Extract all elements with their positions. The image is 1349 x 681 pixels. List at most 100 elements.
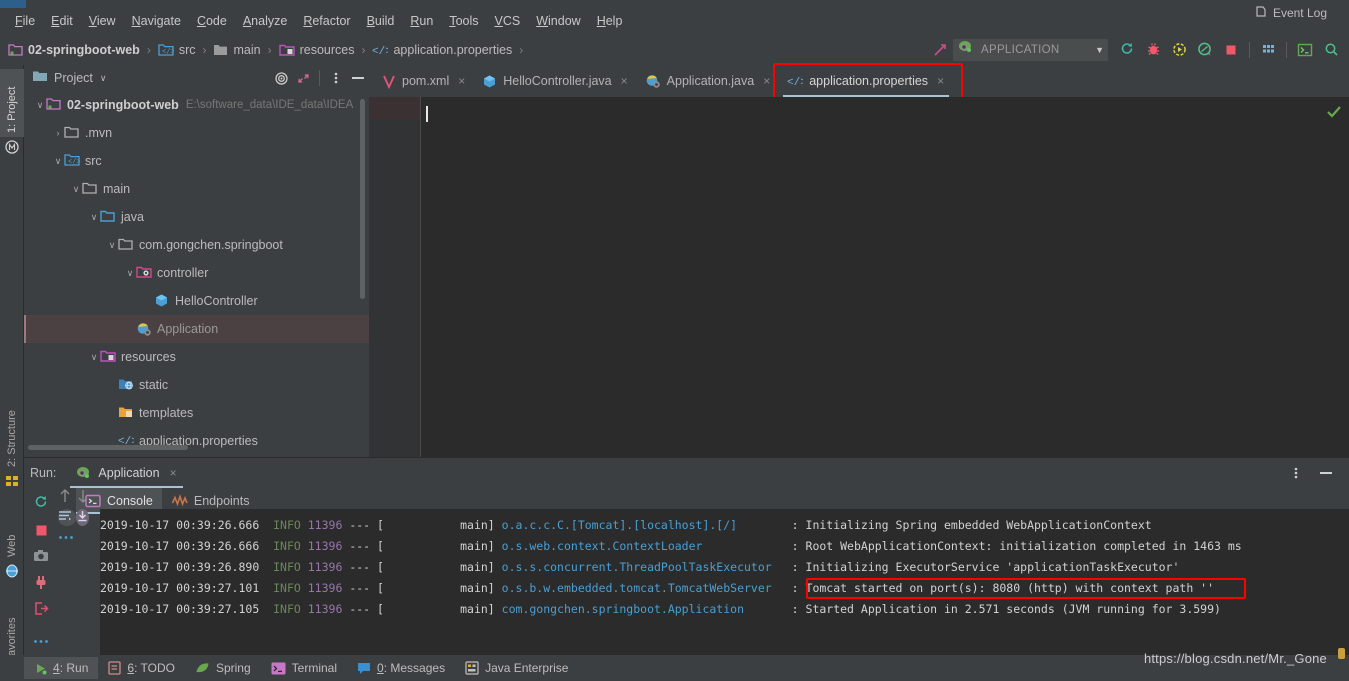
- exit-icon[interactable]: [31, 598, 51, 618]
- project-horizontal-scrollbar[interactable]: [28, 445, 188, 450]
- tree-node[interactable]: ›static: [24, 371, 369, 399]
- menu-item-file[interactable]: File: [7, 11, 43, 31]
- chevron-down-icon[interactable]: ∨: [100, 73, 107, 84]
- status-bar-item-spring[interactable]: Spring: [185, 657, 261, 679]
- menu-item-window[interactable]: Window: [528, 11, 588, 31]
- tree-node[interactable]: ∨ main: [24, 175, 369, 203]
- chevron-down-icon[interactable]: ∨: [106, 240, 118, 251]
- horizontal-dots-icon[interactable]: [31, 631, 51, 651]
- minimize-icon[interactable]: [1315, 462, 1337, 484]
- status-bar-label: 0: Messages: [377, 661, 446, 675]
- breadcrumb-item-4[interactable]: </> application.properties: [372, 43, 512, 57]
- breadcrumb-item-1[interactable]: </> src: [158, 43, 195, 57]
- menu-item-navigate[interactable]: Navigate: [124, 11, 189, 31]
- chevron-down-icon[interactable]: ∨: [88, 212, 100, 223]
- sync-arrow-icon[interactable]: [929, 39, 951, 61]
- breadcrumb: 02-springboot-web › </> src › main › resources ›…: [8, 43, 530, 57]
- menu-item-analyze[interactable]: Analyze: [235, 11, 295, 31]
- stop-square-icon[interactable]: [1220, 39, 1242, 61]
- tree-node[interactable]: ∨ java: [24, 203, 369, 231]
- editor-area[interactable]: [369, 97, 1349, 457]
- editor-tab-applicationproperties[interactable]: </> application.properties ×: [779, 65, 953, 97]
- breadcrumb-item-2[interactable]: main: [213, 43, 261, 57]
- tree-node[interactable]: ›Application: [24, 315, 369, 343]
- breadcrumb-item-0[interactable]: 02-springboot-web: [8, 43, 140, 57]
- stop-square-icon[interactable]: [31, 520, 51, 540]
- search-icon[interactable]: [1320, 39, 1342, 61]
- project-vertical-scrollbar[interactable]: [360, 99, 365, 299]
- breadcrumb-item-3[interactable]: resources: [278, 43, 354, 57]
- status-bar-item-terminal[interactable]: Terminal: [261, 657, 347, 679]
- close-icon[interactable]: ×: [170, 466, 177, 480]
- menu-item-code[interactable]: Code: [189, 11, 235, 31]
- menu-item-build[interactable]: Build: [359, 11, 403, 31]
- tool-strip-tab-project[interactable]: 1: Project: [0, 69, 24, 137]
- project-tree[interactable]: ∨ 02-springboot-web E:\software_data\IDE_d…: [24, 91, 369, 457]
- status-bar-item-javaenterprise[interactable]: Java Enterprise: [455, 657, 578, 679]
- tool-strip-tab-structure[interactable]: 2: Structure: [0, 385, 24, 471]
- horizontal-dots-icon-2[interactable]: [58, 527, 74, 544]
- tree-node[interactable]: ∨ controller: [24, 259, 369, 287]
- tree-node[interactable]: ∨ 02-springboot-web E:\software_data\IDE_d…: [24, 91, 369, 119]
- rerun-icon[interactable]: [1116, 39, 1138, 61]
- chevron-right-icon[interactable]: ›: [52, 128, 64, 138]
- menu-item-view[interactable]: View: [81, 11, 124, 31]
- soft-wrap-icon[interactable]: [58, 509, 77, 526]
- editor-tab-hellocontrollerjava[interactable]: HelloController.java ×: [474, 65, 636, 97]
- editor-tab-pomxml[interactable]: pom.xml ×: [374, 65, 474, 97]
- editor-tab-applicationjava[interactable]: Application.java ×: [637, 65, 780, 97]
- chevron-down-icon[interactable]: ∨: [124, 268, 136, 279]
- chevron-down-icon[interactable]: ∨: [70, 184, 82, 195]
- vertical-dots-icon[interactable]: [1285, 462, 1307, 484]
- run-tab-application[interactable]: Application ×: [70, 458, 183, 488]
- arrow-down-icon[interactable]: [76, 490, 90, 508]
- debug-bug-icon[interactable]: [1142, 39, 1164, 61]
- chevron-down-icon[interactable]: ∨: [52, 156, 64, 167]
- menu-item-edit[interactable]: Edit: [43, 11, 81, 31]
- close-icon[interactable]: ×: [621, 74, 628, 88]
- log-thread: [ main]: [377, 602, 495, 616]
- menu-item-refactor[interactable]: Refactor: [295, 11, 358, 31]
- chevron-down-icon[interactable]: ∨: [88, 352, 100, 363]
- chevron-down-icon[interactable]: ▼: [1083, 45, 1104, 55]
- tree-node[interactable]: ∨ resources: [24, 343, 369, 371]
- menu-item-help[interactable]: Help: [589, 11, 631, 31]
- event-log-button[interactable]: Event Log: [1254, 0, 1327, 26]
- close-icon[interactable]: ×: [763, 74, 770, 88]
- minimize-icon[interactable]: [347, 67, 369, 89]
- tree-node[interactable]: ›templates: [24, 399, 369, 427]
- profiler-icon[interactable]: [1194, 39, 1216, 61]
- status-bar-item-run[interactable]: 4: Run: [24, 657, 99, 679]
- menu-item-vcs[interactable]: VCS: [487, 11, 529, 31]
- camera-icon[interactable]: [31, 546, 51, 566]
- tree-node[interactable]: ›HelloController: [24, 287, 369, 315]
- tool-strip-tab-web[interactable]: Web: [0, 517, 24, 561]
- target-icon[interactable]: [270, 67, 292, 89]
- tree-node[interactable]: ∨ </> src: [24, 147, 369, 175]
- grid-icon[interactable]: [1257, 39, 1279, 61]
- tree-node[interactable]: ›</>application.properties: [24, 427, 369, 455]
- coverage-icon[interactable]: [1168, 39, 1190, 61]
- terminal-icon[interactable]: [1294, 39, 1316, 61]
- plug-icon[interactable]: [31, 572, 51, 592]
- status-bar-item-todo[interactable]: 6: TODO: [98, 657, 185, 679]
- collapse-all-icon[interactable]: [292, 67, 314, 89]
- menu-item-run[interactable]: Run: [402, 11, 441, 31]
- scroll-end-icon[interactable]: [76, 509, 90, 526]
- close-icon[interactable]: ×: [458, 74, 465, 88]
- rerun-icon[interactable]: [31, 492, 51, 512]
- tree-node[interactable]: › .mvn: [24, 119, 369, 147]
- log-dash: ---: [349, 581, 371, 595]
- log-logger: o.s.b.w.embedded.tomcat.TomcatWebServer: [501, 581, 772, 595]
- run-configuration-selector[interactable]: APPLICATION ▼: [953, 38, 1108, 61]
- tree-node-label: static: [139, 378, 169, 392]
- tree-node[interactable]: ∨ com.gongchen.springboot: [24, 231, 369, 259]
- arrow-up-icon[interactable]: [58, 489, 76, 508]
- close-icon[interactable]: ×: [937, 74, 944, 88]
- chevron-down-icon[interactable]: ∨: [34, 100, 46, 111]
- vertical-dots-icon[interactable]: [325, 67, 347, 89]
- status-bar-item-messages[interactable]: 0: Messages: [347, 657, 455, 679]
- templates-folder-icon: [118, 405, 134, 421]
- console-output[interactable]: 2019-10-17 00:39:26.666 INFO 11396 --- […: [100, 515, 1349, 655]
- menu-item-tools[interactable]: Tools: [441, 11, 486, 31]
